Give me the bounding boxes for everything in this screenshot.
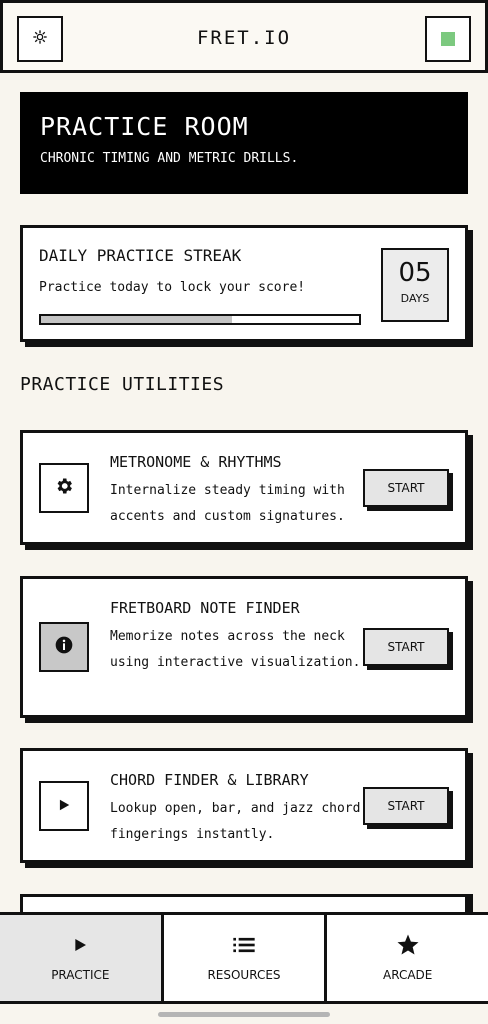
nav-resources[interactable]: RESOURCES: [164, 915, 328, 1001]
days-label: DAYS: [400, 292, 430, 305]
utility-title: FRETBOARD NOTE FINDER: [110, 599, 300, 617]
gear-icon: [54, 476, 74, 500]
streak-progress-bar: [39, 314, 361, 325]
utility-title: METRONOME & RHYTHMS: [110, 453, 282, 471]
play-icon: [57, 797, 71, 816]
page-title: PRACTICE ROOM: [40, 112, 249, 141]
utility-description: Internalize steady timing with accents a…: [110, 483, 345, 524]
days-value: 05: [398, 258, 432, 288]
start-button[interactable]: START: [363, 469, 449, 507]
hero-banner: PRACTICE ROOM CHRONIC TIMING AND METRIC …: [20, 92, 468, 194]
start-button[interactable]: START: [363, 787, 449, 825]
play-icon: [72, 934, 88, 956]
utility-icon-box: [39, 622, 89, 672]
utility-card-chord-finder[interactable]: CHORD FINDER & LIBRARY Lookup open, bar,…: [20, 748, 468, 863]
utility-icon-box: [39, 781, 89, 831]
utility-description: Lookup open, bar, and jazz chord fingeri…: [110, 801, 361, 842]
app-screen: FRET.IO PRACTICE ROOM CHRONIC TIMING AND…: [0, 0, 488, 1024]
info-icon: [54, 635, 74, 659]
utility-icon-box: [39, 463, 89, 513]
home-indicator: [158, 1012, 330, 1017]
streak-subtitle: Practice today to lock your score!: [39, 280, 306, 295]
streak-card: DAILY PRACTICE STREAK Practice today to …: [20, 225, 468, 342]
utility-title: CHORD FINDER & LIBRARY: [110, 771, 309, 789]
section-title: PRACTICE UTILITIES: [20, 374, 225, 395]
utility-card-metronome[interactable]: METRONOME & RHYTHMS Internalize steady t…: [20, 430, 468, 545]
bottom-nav: PRACTICE RESOURCES ARCADE: [0, 912, 488, 1004]
utility-description: Memorize notes across the neck using int…: [110, 629, 361, 670]
app-title: FRET.IO: [196, 27, 292, 49]
page-subtitle: CHRONIC TIMING AND METRIC DRILLS.: [40, 151, 299, 166]
list-icon: [233, 934, 255, 956]
nav-label: ARCADE: [383, 968, 433, 982]
utility-card-note-finder[interactable]: FRETBOARD NOTE FINDER Memorize notes acr…: [20, 576, 468, 718]
star-icon: [396, 934, 420, 956]
days-counter: 05 DAYS: [381, 248, 449, 322]
nav-label: RESOURCES: [207, 968, 281, 982]
square-icon: [441, 32, 455, 46]
nav-arcade[interactable]: ARCADE: [327, 915, 488, 1001]
start-button[interactable]: START: [363, 628, 449, 666]
status-button[interactable]: [425, 16, 471, 62]
top-bar: FRET.IO: [0, 0, 488, 73]
streak-title: DAILY PRACTICE STREAK: [39, 246, 242, 265]
streak-progress-fill: [41, 316, 232, 323]
nav-practice[interactable]: PRACTICE: [0, 915, 164, 1001]
nav-label: PRACTICE: [51, 968, 110, 982]
